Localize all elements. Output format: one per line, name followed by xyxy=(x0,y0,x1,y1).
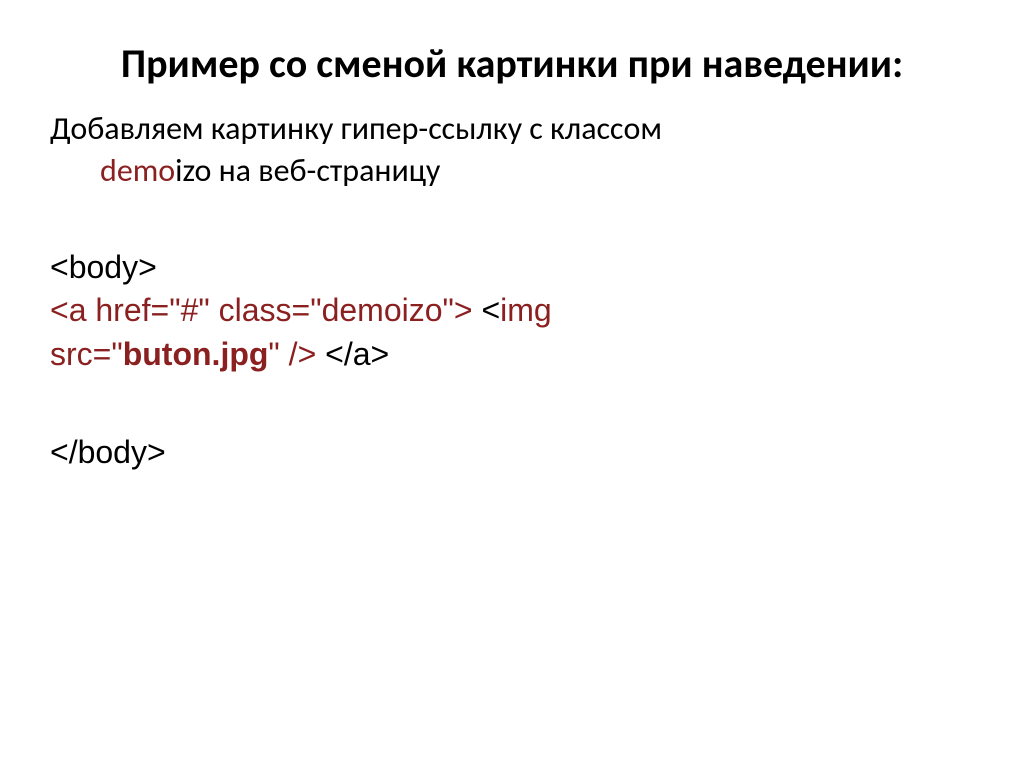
code-block: <body> <a href="#" class="demoizo"> <img… xyxy=(50,246,974,474)
highlight-demo: demo xyxy=(100,151,175,190)
code-img-tag: img xyxy=(500,292,552,328)
slide-title: Пример со сменой картинки при наведении: xyxy=(50,40,974,88)
description-text: Добавляем картинку гипер-ссылку с классо… xyxy=(50,108,974,191)
code-bracket: < xyxy=(473,292,501,328)
code-anchor-line: <a href="#" class="demoizo"> <img xyxy=(50,289,974,332)
code-body-close: </body> xyxy=(50,431,974,474)
code-filename: buton.jpg xyxy=(123,336,269,372)
code-anchor-open: <a href="#" class="demoizo"> xyxy=(50,292,473,328)
description-line2-rest: izo на веб-страницу xyxy=(175,151,440,190)
code-src-line: src="buton.jpg" /> </a> xyxy=(50,333,974,376)
code-close-slash: " /> xyxy=(268,336,316,372)
description-line1: Добавляем картинку гипер-ссылку с классо… xyxy=(50,109,662,148)
code-body-open: <body> xyxy=(50,246,974,289)
code-src-attr: src=" xyxy=(50,336,123,372)
code-anchor-close: </a> xyxy=(316,336,389,372)
